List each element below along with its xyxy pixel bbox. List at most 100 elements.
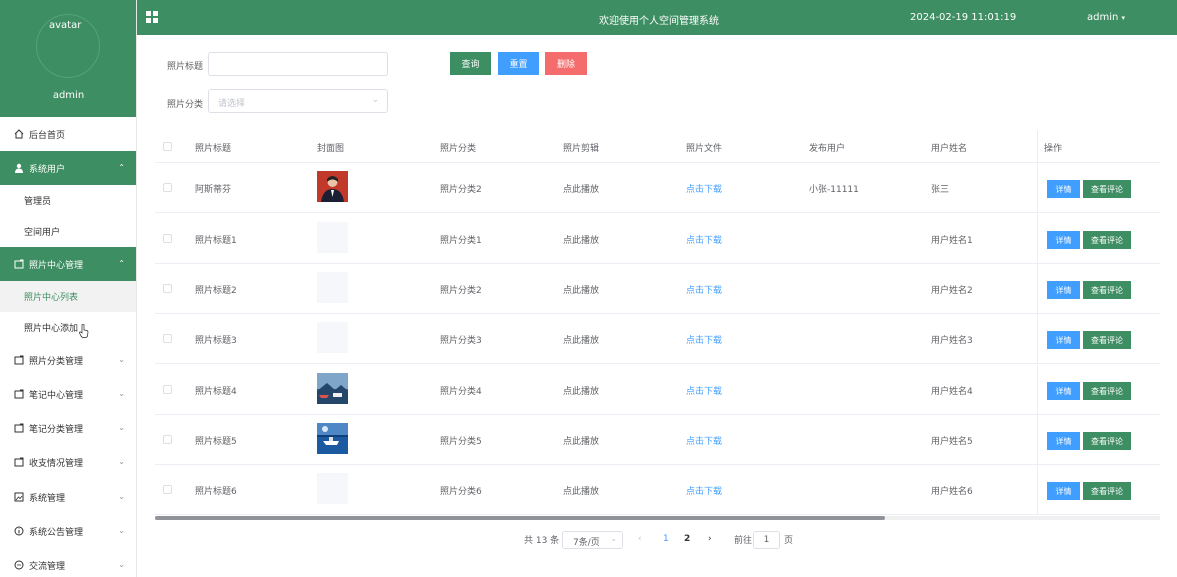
next-page-button[interactable]: › [708,531,712,547]
detail-button[interactable]: 详情 [1047,382,1080,400]
view-comments-button[interactable]: 查看评论 [1083,382,1131,400]
table-horizontal-scrollbar[interactable] [155,516,1160,520]
cell-file-download[interactable]: 点击下载 [686,182,722,195]
sidebar-item-system-users[interactable]: 系统用户 ⌃ [0,151,136,185]
header-user-dropdown[interactable]: admin ▾ [1087,12,1125,23]
user-icon [15,163,23,173]
delete-button[interactable]: 删除 [545,52,587,75]
sidebar-sub-photo-list[interactable]: 照片中心列表 [0,281,136,312]
detail-button[interactable]: 详情 [1047,281,1080,299]
folder-icon [14,423,24,433]
cell-clip[interactable]: 点此播放 [563,283,599,296]
view-comments-button[interactable]: 查看评论 [1083,331,1131,349]
cover-image-empty[interactable] [317,222,348,253]
cell-clip[interactable]: 点此播放 [563,233,599,246]
row-checkbox[interactable] [163,284,172,293]
sidebar-item-home[interactable]: 后台首页 [0,117,136,151]
chevron-down-icon: ⌄ [118,560,125,569]
sidebar-sub-admin[interactable]: 管理员 [0,185,136,216]
sidebar-item-system[interactable]: 系统管理 ⌄ [0,480,136,514]
search-button[interactable]: 查询 [450,52,491,75]
home-icon [14,129,24,139]
col-header-title: 照片标题 [195,144,232,154]
prev-page-button[interactable]: ‹ [638,531,642,547]
actions-cell: 详情 查看评论 [1037,163,1160,213]
sidebar-item-photo-center[interactable]: 照片中心管理 ⌃ [0,247,136,281]
cell-file-download[interactable]: 点击下载 [686,384,722,397]
sidebar-item-label: 笔记分类管理 [29,424,84,435]
goto-page-input[interactable]: 1 [753,531,780,549]
scrollbar-thumb[interactable] [155,516,885,520]
cell-file-download[interactable]: 点击下载 [686,283,722,296]
sidebar-sub-photo-add[interactable]: 照片中心添加 [0,312,136,343]
view-comments-button[interactable]: 查看评论 [1083,281,1131,299]
cover-image-empty[interactable] [317,473,348,504]
sidebar-item-announcement[interactable]: 系统公告管理 ⌄ [0,514,136,548]
avatar[interactable]: avatar [36,14,100,78]
page-size-select[interactable]: 7条/页 ⌄ [562,531,623,549]
sidebar-item-label: 系统公告管理 [29,527,84,538]
reset-button[interactable]: 重置 [498,52,539,75]
detail-button[interactable]: 详情 [1047,432,1080,450]
detail-button[interactable]: 详情 [1047,180,1080,198]
select-all-checkbox[interactable] [163,142,172,151]
cell-title: 照片标题5 [195,437,237,447]
col-header-clip: 照片剪辑 [563,144,600,154]
cover-image-landscape[interactable] [317,373,348,404]
cell-clip[interactable]: 点此播放 [563,384,599,397]
sidebar-item-note-center[interactable]: 笔记中心管理 ⌄ [0,377,136,411]
cell-clip[interactable]: 点此播放 [563,182,599,195]
sidebar-item-finance[interactable]: 收支情况管理 ⌄ [0,445,136,479]
app-root: avatar admin 后台首页 系统用户 ⌃ 管理员 空间用户 照片中心管理… [0,0,1177,577]
table-row: 照片标题2 照片分类2 点此播放 点击下载 用户姓名2 详情 查看评论 [155,264,1160,314]
sidebar-item-note-category[interactable]: 笔记分类管理 ⌄ [0,411,136,445]
sidebar-sub-label: 管理员 [24,197,52,207]
folder-icon [14,259,24,269]
cell-clip[interactable]: 点此播放 [563,484,599,497]
main-content: 照片标题 照片分类 请选择 ⌄ 查询 重置 删除 照片标题 封面图 照片分类 照… [142,39,1172,562]
grid-menu-icon[interactable] [146,11,159,24]
cell-file-download[interactable]: 点击下载 [686,233,722,246]
actions-cell: 详情 查看评论 [1037,365,1160,415]
cover-image-empty[interactable] [317,272,348,303]
sidebar-sub-space-users[interactable]: 空间用户 [0,216,136,247]
sidebar-item-photo-category[interactable]: 照片分类管理 ⌄ [0,343,136,377]
category-filter-label: 照片分类 [167,100,204,110]
col-header-publisher: 发布用户 [809,144,846,154]
category-filter-select[interactable]: 请选择 ⌄ [208,89,388,113]
row-checkbox[interactable] [163,183,172,192]
cell-file-download[interactable]: 点击下载 [686,484,722,497]
cell-title: 照片标题4 [195,387,237,397]
row-checkbox[interactable] [163,385,172,394]
cell-clip[interactable]: 点此播放 [563,333,599,346]
cell-clip[interactable]: 点此播放 [563,434,599,447]
cell-file-download[interactable]: 点击下载 [686,333,722,346]
view-comments-button[interactable]: 查看评论 [1083,432,1131,450]
detail-button[interactable]: 详情 [1047,331,1080,349]
row-checkbox[interactable] [163,334,172,343]
view-comments-button[interactable]: 查看评论 [1083,482,1131,500]
view-comments-button[interactable]: 查看评论 [1083,231,1131,249]
page-number-2[interactable]: 2 [684,531,690,547]
actions-cell: 详情 查看评论 [1037,314,1160,364]
sidebar-item-label: 系统用户 [29,164,66,175]
table-row: 照片标题1 照片分类1 点此播放 点击下载 用户姓名1 详情 查看评论 [155,214,1160,264]
cover-image-ocean[interactable] [317,423,348,454]
chat-icon [14,560,24,570]
row-checkbox[interactable] [163,435,172,444]
row-checkbox[interactable] [163,234,172,243]
cover-image-empty[interactable] [317,322,348,353]
detail-button[interactable]: 详情 [1047,231,1080,249]
cover-image-portrait[interactable] [317,171,348,202]
row-checkbox[interactable] [163,485,172,494]
header-title: 欢迎使用个人空间管理系统 [599,16,719,27]
cell-username: 用户姓名5 [931,437,973,447]
cell-category: 照片分类6 [440,487,482,497]
sidebar-item-communication[interactable]: 交流管理 ⌄ [0,548,136,577]
page-number-1[interactable]: 1 [663,531,669,547]
detail-button[interactable]: 详情 [1047,482,1080,500]
table-row: 照片标题5 照片分类5 点此播放 点击下载 用户姓名5 详情 查看评论 [155,415,1160,465]
view-comments-button[interactable]: 查看评论 [1083,180,1131,198]
cell-file-download[interactable]: 点击下载 [686,434,722,447]
title-filter-input[interactable] [208,52,388,76]
